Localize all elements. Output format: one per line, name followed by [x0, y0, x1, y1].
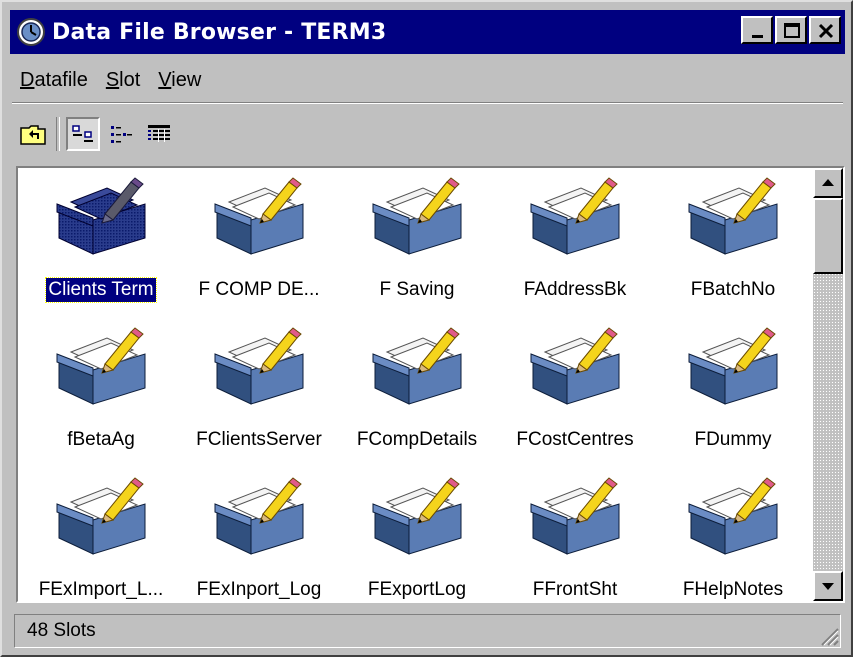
file-item[interactable]: FCompDetails: [338, 318, 496, 468]
slot-count-text: 48 Slots: [27, 620, 96, 641]
file-grid: Clients Term F COMP DE... F Saving FAddr…: [22, 168, 822, 601]
menu-view[interactable]: View: [150, 69, 209, 92]
folder-pencil-icon: [369, 326, 465, 406]
folder-pencil-icon: [527, 176, 623, 256]
menu-view-rest: iew: [171, 68, 202, 91]
maximize-icon: [784, 23, 800, 38]
file-label: FExportLog: [367, 579, 467, 600]
title-bar[interactable]: Data File Browser - TERM3: [10, 10, 845, 54]
file-label: FBatchNo: [690, 279, 776, 300]
file-item[interactable]: FBatchNo: [654, 168, 812, 318]
file-item[interactable]: FClientsServer: [180, 318, 338, 468]
folder-pencil-icon: [369, 476, 465, 556]
file-item[interactable]: F Saving: [338, 168, 496, 318]
file-item[interactable]: FExImport_L...: [22, 468, 180, 601]
file-item[interactable]: FAddressBk: [496, 168, 654, 318]
folder-pencil-icon: [211, 176, 307, 256]
arrow-up-icon: [822, 179, 834, 186]
up-folder-button[interactable]: [16, 117, 50, 151]
resize-grip-icon[interactable]: [817, 624, 839, 646]
scroll-up-button[interactable]: [813, 168, 843, 198]
folder-pencil-icon: [211, 476, 307, 556]
file-label: FClientsServer: [196, 429, 322, 450]
file-label: FHelpNotes: [682, 579, 784, 600]
file-label: FCompDetails: [356, 429, 478, 450]
folder-pencil-icon: [685, 176, 781, 256]
folder-pencil-icon: [685, 476, 781, 556]
data-file-browser-window: Data File Browser - TERM3 Datafile Slot …: [0, 0, 853, 657]
menu-bar: Datafile Slot View: [12, 60, 211, 100]
file-label: FAddressBk: [523, 279, 627, 300]
folder-pencil-icon: [53, 326, 149, 406]
up-folder-icon: [20, 125, 46, 145]
folder-pencil-icon: [211, 326, 307, 406]
folder-pencil-icon: [527, 476, 623, 556]
scrollbar-thumb[interactable]: [813, 198, 843, 274]
small-icons-view-icon: [111, 126, 132, 143]
minimize-icon: [752, 35, 763, 38]
file-label: FExImport_L...: [38, 579, 164, 600]
folder-pencil-icon: [527, 326, 623, 406]
arrow-down-icon: [822, 583, 834, 590]
large-icons-view-icon: [72, 125, 93, 142]
file-item[interactable]: FExportLog: [338, 468, 496, 601]
status-pane: 48 Slots: [14, 614, 841, 648]
file-item[interactable]: F COMP DE...: [180, 168, 338, 318]
details-view-icon: [148, 125, 170, 142]
small-icons-button[interactable]: [104, 117, 138, 151]
large-icons-button[interactable]: [66, 117, 100, 151]
menu-slot[interactable]: Slot: [98, 69, 148, 92]
close-button[interactable]: [809, 16, 841, 44]
folder-pencil-icon: [369, 176, 465, 256]
file-item[interactable]: FHelpNotes: [654, 468, 812, 601]
window-title: Data File Browser - TERM3: [52, 19, 387, 45]
minimize-button[interactable]: [741, 16, 773, 44]
file-label: FExInport_Log: [196, 579, 322, 600]
file-item[interactable]: FDummy: [654, 318, 812, 468]
status-bar: 48 Slots: [10, 612, 845, 652]
maximize-button[interactable]: [775, 16, 807, 44]
file-item[interactable]: FExInport_Log: [180, 468, 338, 601]
toolbar: [16, 114, 180, 154]
file-list-view[interactable]: Clients Term F COMP DE... F Saving FAddr…: [16, 166, 845, 603]
folder-pencil-icon: [53, 176, 149, 256]
file-label: Clients Term: [45, 277, 157, 303]
menu-datafile-rest: atafile: [34, 68, 88, 91]
file-label: FCostCentres: [516, 429, 634, 450]
menu-separator: [12, 102, 843, 104]
folder-pencil-icon: [53, 476, 149, 556]
file-item[interactable]: fBetaAg: [22, 318, 180, 468]
details-button[interactable]: [142, 117, 176, 151]
toolbar-divider: [56, 117, 60, 151]
file-item[interactable]: FFrontSht: [496, 468, 654, 601]
file-label: fBetaAg: [67, 429, 135, 450]
vertical-scrollbar[interactable]: [813, 168, 843, 601]
clock-globe-icon[interactable]: [16, 17, 46, 47]
folder-pencil-icon: [685, 326, 781, 406]
file-label: F COMP DE...: [198, 279, 320, 300]
file-label: F Saving: [379, 279, 455, 300]
file-label: FFrontSht: [532, 579, 618, 600]
file-item[interactable]: FCostCentres: [496, 318, 654, 468]
menu-datafile[interactable]: Datafile: [12, 69, 96, 92]
file-label: FDummy: [694, 429, 772, 450]
close-icon: [818, 23, 834, 39]
scroll-down-button[interactable]: [813, 571, 843, 601]
file-item[interactable]: Clients Term: [22, 168, 180, 318]
menu-slot-rest: lot: [119, 68, 141, 91]
